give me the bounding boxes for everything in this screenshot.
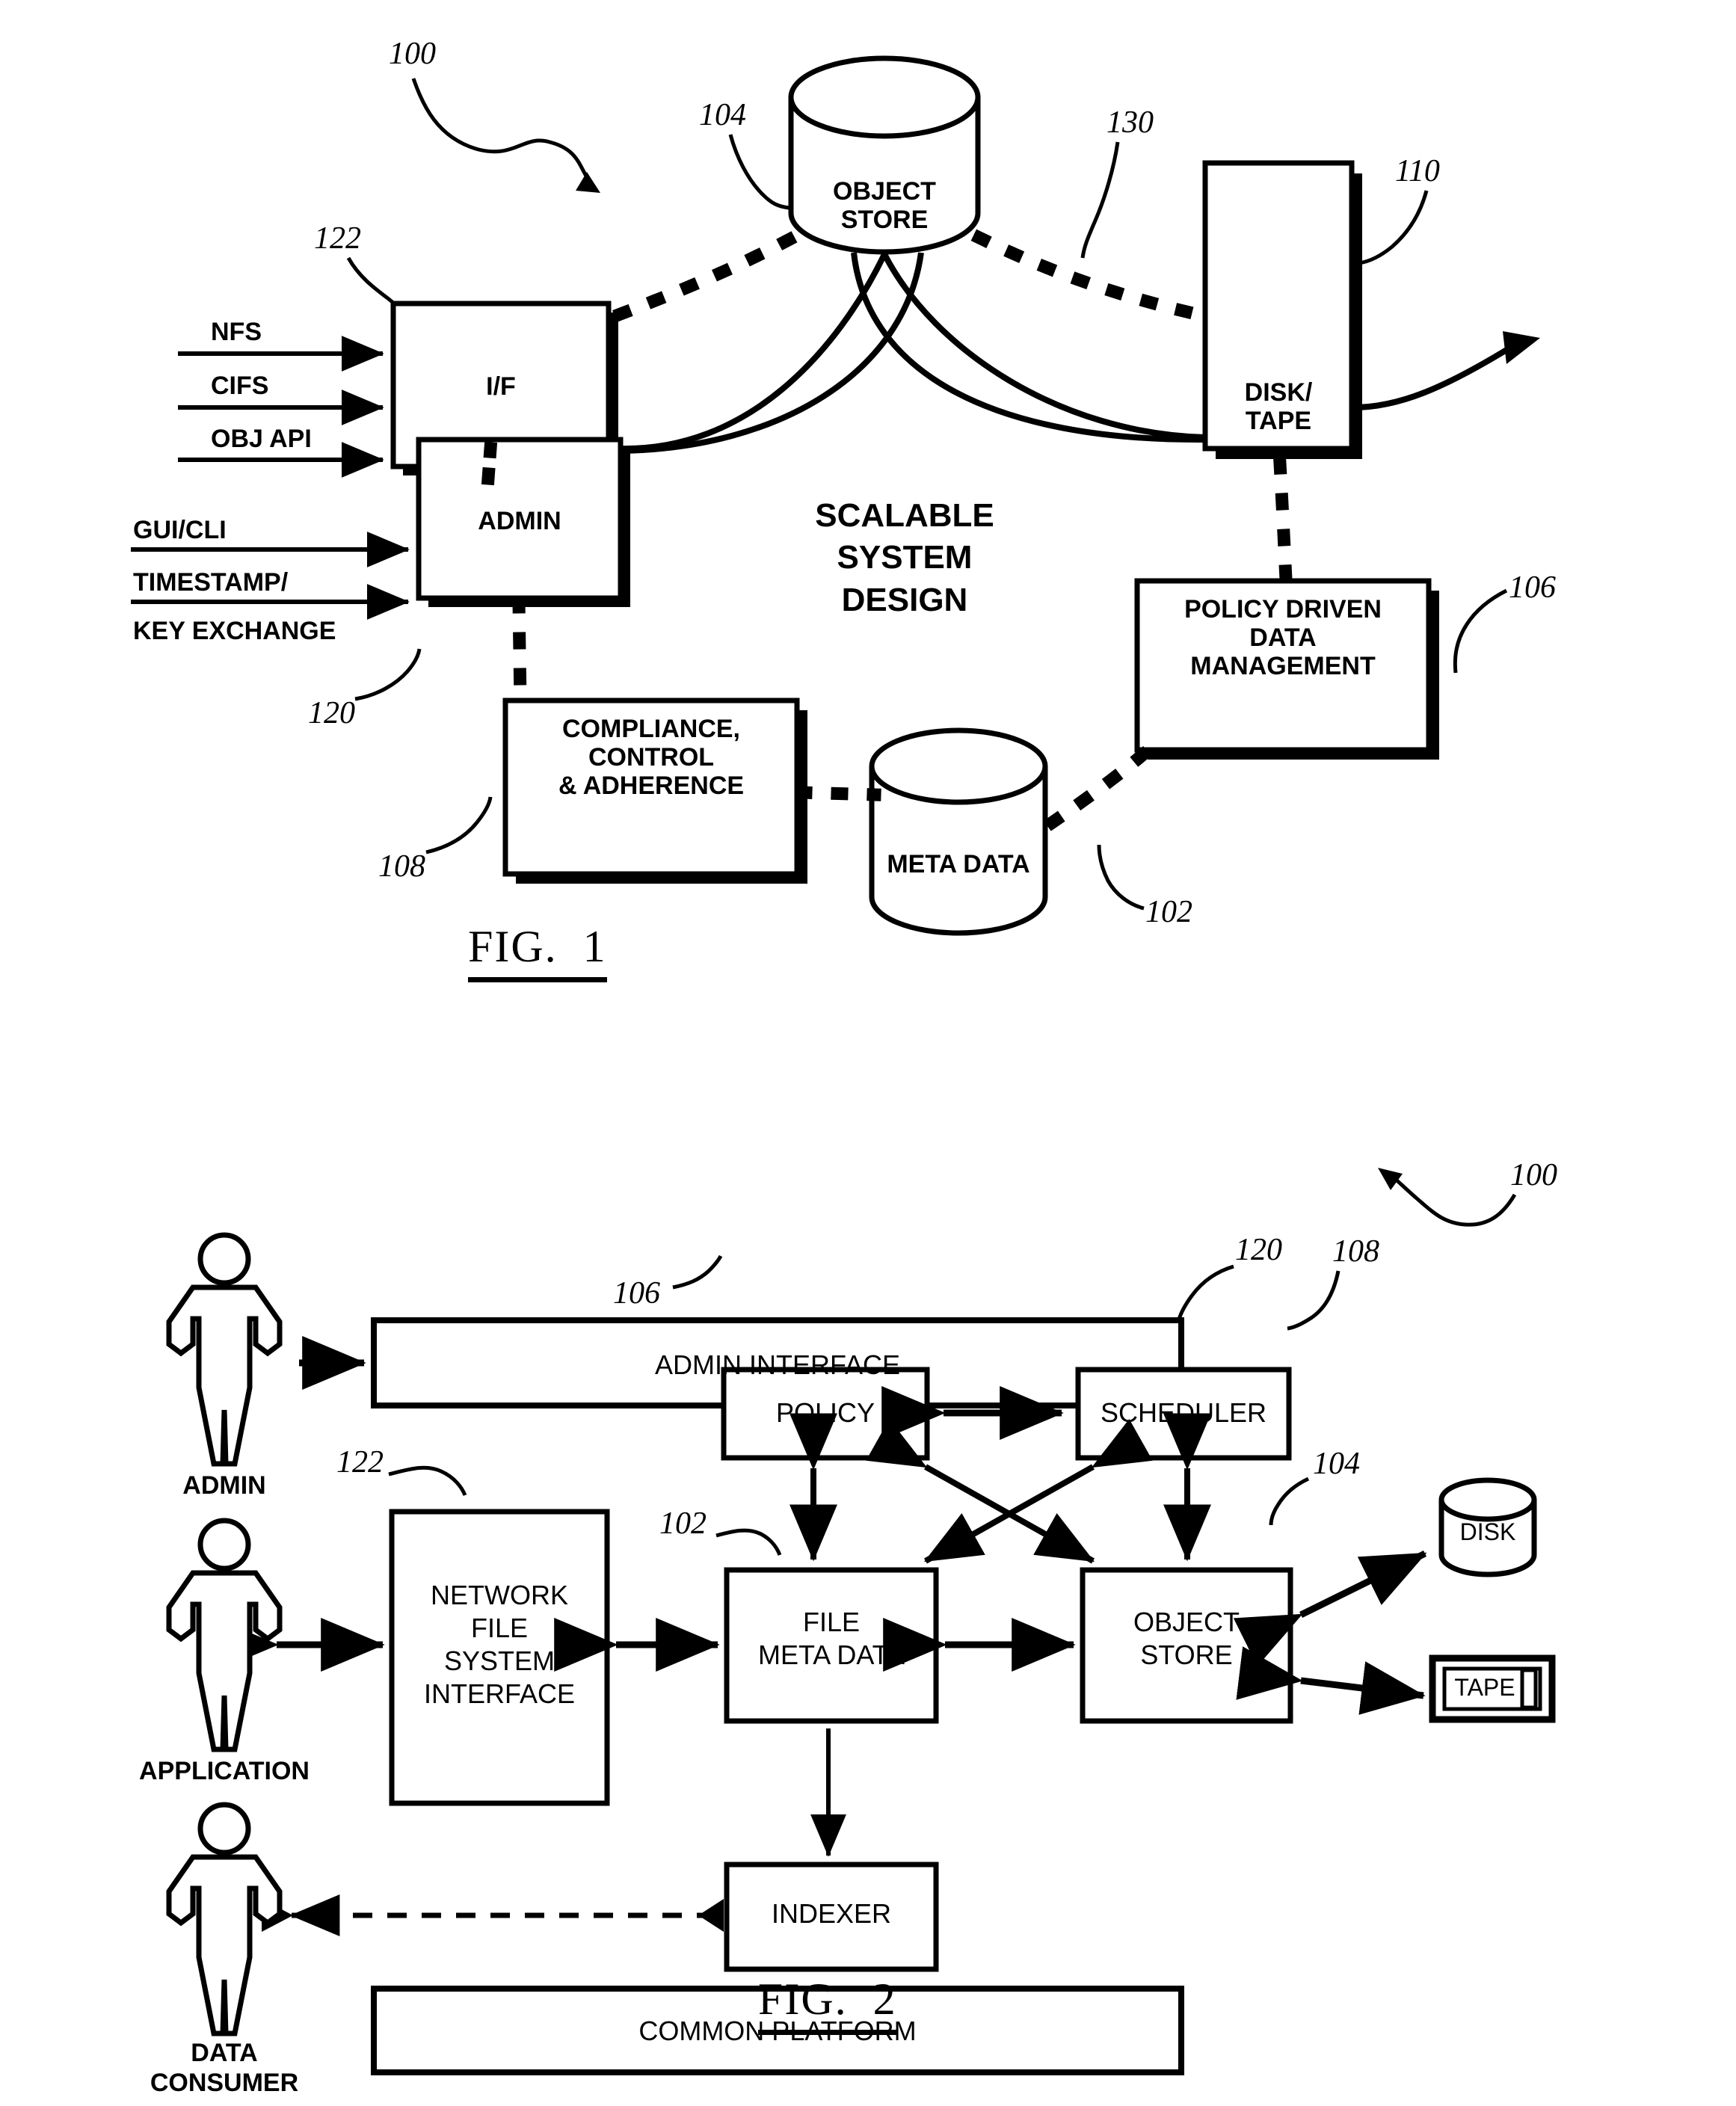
figure-2-graphics <box>166 1168 1556 2075</box>
fig2-node-admin-interface: ADMIN INTERFACE <box>654 1349 901 1380</box>
fig2-ref-120: 120 <box>1235 1233 1282 1267</box>
fig2-actor-admin-label: ADMIN <box>182 1471 266 1500</box>
fig2-ref-100: 100 <box>1510 1158 1557 1192</box>
fig2-ref-104: 104 <box>1313 1447 1360 1481</box>
fig2-node-disk: DISK <box>1459 1518 1516 1545</box>
fig2-ref-108: 108 <box>1332 1234 1379 1269</box>
fig2-node-object-store: OBJECT STORE <box>1133 1607 1240 1670</box>
fig2-node-tape: TAPE <box>1454 1674 1515 1701</box>
fig2-caption: FIG. 2 <box>758 1974 897 2035</box>
fig2-ref-106: 106 <box>613 1276 660 1311</box>
patent-drawing-sheet: NFS CIFS OBJ API GUI/CLI TIMESTAMP/ KEY … <box>0 0 1736 2106</box>
fig2-node-nfs-interface: NETWORK FILE SYSTEM INTERFACE <box>423 1580 576 1709</box>
fig2-ref-122: 122 <box>336 1445 384 1480</box>
fig2-actor-application-label: APPLICATION <box>139 1757 310 1785</box>
fig2-node-indexer: INDEXER <box>771 1898 892 1929</box>
fig2-node-scheduler: SCHEDULER <box>1100 1397 1267 1428</box>
fig2-node-policy: POLICY <box>775 1397 875 1428</box>
fig2-ref-102: 102 <box>659 1506 707 1541</box>
fig2-node-file-meta-data: FILE META DATA <box>757 1607 905 1670</box>
fig2-actor-consumer-label: DATA CONSUMER <box>150 2039 299 2098</box>
